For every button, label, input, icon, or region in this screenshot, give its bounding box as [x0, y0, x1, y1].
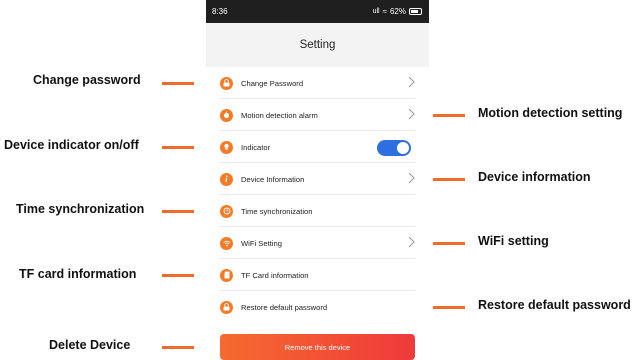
alarm-icon: [220, 108, 233, 122]
status-time: 8:36: [212, 7, 228, 16]
chevron-right-icon: [408, 172, 415, 184]
remove-device-button[interactable]: Remove this device: [220, 334, 415, 360]
setting-label: Indicator: [241, 142, 271, 152]
setting-restore-password[interactable]: Restore default password: [206, 291, 429, 323]
annotation-motion-detection: Motion detection setting: [478, 106, 623, 120]
wifi-status-icon: ≈: [382, 7, 387, 16]
setting-change-password[interactable]: Change Password: [206, 67, 429, 99]
status-bar: 8:36 ull ≈ 62%: [206, 0, 429, 23]
info-icon: [220, 172, 233, 186]
annotation-line: [162, 274, 194, 277]
annotation-delete-device: Delete Device: [49, 338, 131, 352]
annotation-line: [433, 114, 465, 117]
annotation-line: [162, 346, 194, 349]
chevron-right-icon: [408, 76, 415, 88]
indicator-toggle[interactable]: [377, 140, 411, 156]
setting-tf-card[interactable]: TF Card information: [206, 259, 429, 291]
annotation-change-password: Change password: [33, 73, 141, 87]
setting-indicator: Indicator: [206, 131, 429, 163]
sd-card-icon: [220, 268, 233, 282]
toggle-knob: [397, 142, 409, 154]
setting-label: Motion detection alarm: [241, 110, 318, 120]
lock-icon: [220, 76, 233, 90]
setting-label: Device Information: [241, 174, 305, 184]
annotation-device-information: Device information: [478, 170, 591, 184]
lock-reset-icon: [220, 300, 233, 314]
setting-wifi[interactable]: WiFi Setting: [206, 227, 429, 259]
bulb-icon: [220, 140, 233, 154]
battery-icon: [409, 8, 422, 15]
annotation-restore-password: Restore default password: [478, 298, 631, 312]
annotation-time-sync: Time synchronization: [16, 202, 145, 216]
annotation-device-indicator: Device indicator on/off: [4, 138, 139, 152]
setting-label: TF Card information: [241, 270, 309, 280]
battery-text: 62%: [389, 7, 406, 16]
annotation-tf-card: TF card information: [19, 267, 137, 281]
page-title-bar: Setting: [206, 23, 429, 67]
setting-motion-detection[interactable]: Motion detection alarm: [206, 99, 429, 131]
setting-label: WiFi Setting: [241, 238, 282, 248]
annotation-line: [162, 210, 194, 213]
setting-label: Change Password: [241, 78, 304, 88]
annotation-line: [162, 146, 194, 149]
signal-icon: ull: [372, 8, 380, 15]
annotation-line: [433, 306, 465, 309]
annotation-line: [162, 82, 194, 85]
annotation-wifi: WiFi setting: [478, 234, 549, 248]
annotation-line: [433, 178, 465, 181]
setting-time-sync[interactable]: Time synchronization: [206, 195, 429, 227]
setting-device-information[interactable]: Device Information: [206, 163, 429, 195]
setting-label: Time synchronization: [241, 206, 313, 216]
wifi-icon: [220, 236, 233, 250]
phone-screen: 8:36 ull ≈ 62% Setting Change Password M…: [206, 0, 429, 360]
chevron-right-icon: [408, 236, 415, 248]
page-title: Setting: [299, 39, 336, 51]
annotation-line: [433, 242, 465, 245]
clock-icon: [220, 204, 233, 218]
chevron-right-icon: [408, 108, 415, 120]
setting-label: Restore default password: [241, 302, 328, 312]
